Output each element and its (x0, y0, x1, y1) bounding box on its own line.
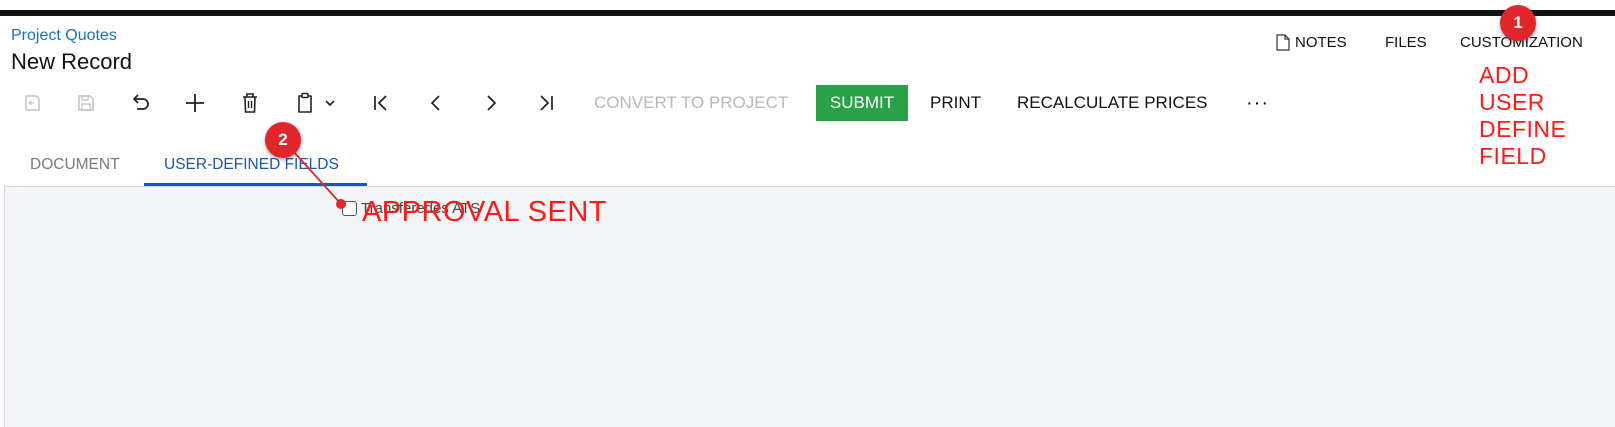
first-record-button[interactable] (367, 84, 395, 122)
print-button[interactable]: PRINT (930, 84, 981, 122)
previous-record-icon (430, 95, 440, 111)
more-actions-button[interactable]: ··· (1246, 84, 1269, 122)
annotation-add-user-define-field: ADD USER DEFINE FIELD (1479, 62, 1566, 170)
top-bar (0, 10, 1615, 16)
annotation-line: ADD (1479, 62, 1530, 88)
add-button[interactable] (181, 84, 209, 122)
transferedes-ats-checkbox[interactable] (342, 201, 357, 216)
delete-icon (243, 93, 257, 113)
previous-record-button[interactable] (422, 84, 450, 122)
files-link[interactable]: FILES (1385, 34, 1427, 51)
tab-user-defined-fields[interactable]: USER-DEFINED FIELDS (164, 156, 339, 174)
cancel-changes-icon (25, 95, 40, 111)
last-record-icon (540, 95, 553, 111)
annotation-line: DEFINE (1479, 116, 1567, 142)
cancel-changes-button[interactable] (18, 84, 46, 122)
first-record-icon (374, 95, 387, 111)
save-button[interactable] (72, 84, 100, 122)
undo-icon (132, 94, 149, 110)
header-links: NOTES FILES CUSTOMIZATION (0, 34, 1615, 54)
last-record-button[interactable] (532, 84, 560, 122)
copy-paste-button[interactable] (292, 84, 340, 122)
save-icon (78, 95, 94, 111)
chevron-down-icon (325, 100, 335, 107)
files-label: FILES (1385, 34, 1427, 51)
tab-document[interactable]: DOCUMENT (30, 156, 120, 174)
document-icon (1276, 34, 1290, 51)
undo-button[interactable] (126, 84, 154, 122)
submit-button[interactable]: SUBMIT (816, 85, 908, 121)
next-record-button[interactable] (477, 84, 505, 122)
convert-to-project-button[interactable]: CONVERT TO PROJECT (594, 84, 788, 122)
annotation-badge-2: 2 (265, 122, 301, 158)
annotation-approval-sent: APPROVAL SENT (362, 196, 608, 228)
tab-bar: DOCUMENT USER-DEFINED FIELDS (0, 146, 1615, 188)
user-defined-fields-panel (4, 187, 1615, 427)
delete-button[interactable] (236, 84, 264, 122)
notes-label: NOTES (1295, 34, 1347, 51)
notes-link[interactable]: NOTES (1276, 34, 1347, 51)
toolbar: CONVERT TO PROJECT PRINT RECALCULATE PRI… (0, 84, 1615, 122)
annotation-badge-1: 1 (1500, 5, 1536, 41)
next-record-icon (487, 95, 497, 111)
recalculate-prices-button[interactable]: RECALCULATE PRICES (1017, 84, 1208, 122)
annotation-line: USER (1479, 89, 1545, 115)
add-icon (186, 94, 204, 112)
copy-paste-icon (298, 92, 312, 113)
annotation-line: FIELD (1479, 143, 1547, 169)
